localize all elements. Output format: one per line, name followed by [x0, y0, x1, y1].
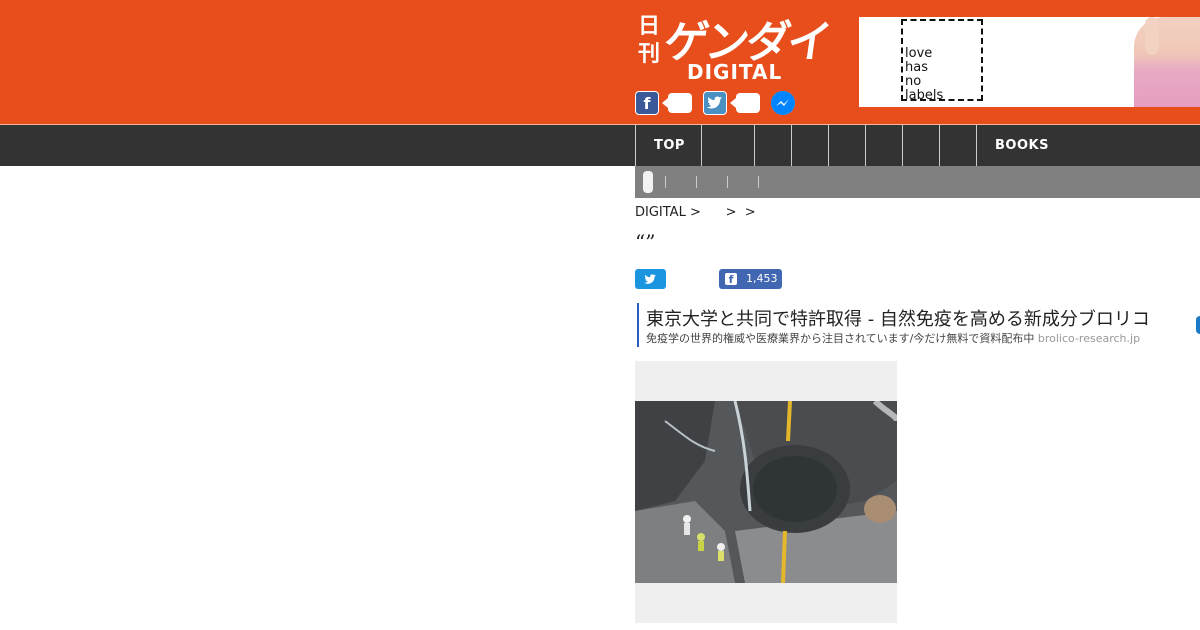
- article-title: “”: [635, 230, 656, 254]
- twitter-share-button[interactable]: [635, 269, 666, 289]
- nav-item-3[interactable]: [754, 125, 792, 166]
- nav-item-2[interactable]: [701, 125, 755, 166]
- article-figure: [635, 361, 897, 623]
- nav-item-5[interactable]: [828, 125, 866, 166]
- logo-kanji: 日刊: [637, 13, 660, 67]
- facebook-share-button[interactable]: f 1,453: [719, 269, 782, 289]
- nav-item-8[interactable]: [939, 125, 977, 166]
- sponsored-promo[interactable]: 東京大学と共同で特許取得 - 自然免疫を高める新成分ブロリコ 免疫学の世界的権威…: [637, 303, 1200, 347]
- promo-description-text: 免疫学の世界的権威や医療業界から注目されています/今だけ無料で資料配布中: [646, 332, 1035, 345]
- promo-title: 東京大学と共同で特許取得 - 自然免疫を高める新成分ブロリコ: [646, 309, 1150, 330]
- nav-item-label: TOP: [654, 138, 685, 153]
- promo-domain: brolico-research.jp: [1037, 332, 1141, 345]
- facebook-icon[interactable]: f: [635, 91, 659, 115]
- twitter-icon[interactable]: [703, 91, 727, 115]
- twitter-count-bubble: [730, 93, 760, 113]
- ad-person-image: [1134, 17, 1200, 107]
- subnav-separator: [727, 176, 728, 188]
- messenger-icon[interactable]: [771, 91, 795, 115]
- nav-item-4[interactable]: [791, 125, 829, 166]
- nav-item-7[interactable]: [902, 125, 940, 166]
- site-header: 日刊 ゲンダイ DIGITAL f love has no labels: [0, 0, 1200, 125]
- main-nav: TOP BOOKS: [0, 125, 1200, 166]
- nav-item-top[interactable]: TOP: [635, 125, 702, 166]
- site-logo[interactable]: 日刊 ゲンダイ DIGITAL: [637, 10, 832, 86]
- facebook-icon: f: [725, 273, 737, 286]
- subnav-active-pill[interactable]: [643, 171, 653, 193]
- nav-item-books[interactable]: BOOKS: [976, 125, 1076, 166]
- subnav-separator: [696, 176, 697, 188]
- nav-item-6[interactable]: [865, 125, 903, 166]
- sub-nav: [635, 166, 1200, 198]
- logo-sub: DIGITAL: [687, 60, 783, 84]
- ad-person-arm: [1145, 17, 1159, 55]
- facebook-share-count: 1,453: [746, 272, 778, 285]
- breadcrumb[interactable]: DIGITAL > > >: [635, 205, 756, 220]
- facebook-count-bubble: [662, 93, 692, 113]
- subnav-separator: [758, 176, 759, 188]
- nav-item-label: BOOKS: [995, 138, 1049, 153]
- promo-next-icon[interactable]: [1196, 316, 1200, 334]
- ad-text: love has no labels: [905, 46, 944, 103]
- subnav-separator: [665, 176, 666, 188]
- promo-description: 免疫学の世界的権威や医療業界から注目されています/今だけ無料で資料配布中 bro…: [646, 330, 1140, 346]
- advertisement-banner[interactable]: love has no labels: [859, 17, 1200, 107]
- twitter-icon: [644, 273, 656, 284]
- article-photo[interactable]: [635, 401, 897, 583]
